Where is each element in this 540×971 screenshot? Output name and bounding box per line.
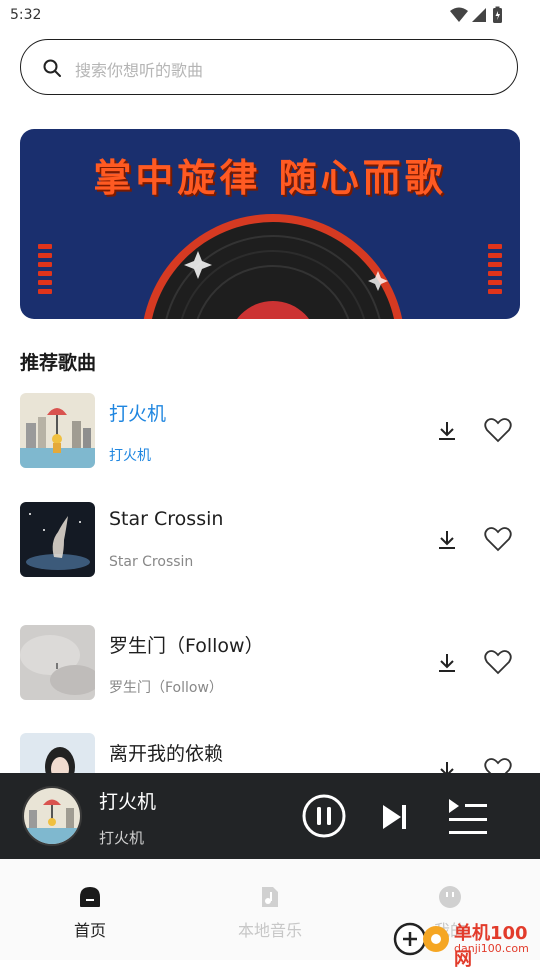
tab-local-music[interactable]: 本地音乐 xyxy=(210,885,330,941)
status-bar: 5:32 xyxy=(0,0,540,32)
playlist-button[interactable] xyxy=(447,798,489,836)
search-icon xyxy=(43,59,61,77)
banner-decoration-left xyxy=(38,244,52,298)
song-artist: 打火机 xyxy=(109,448,151,464)
watermark-logo-icon xyxy=(393,922,449,956)
player-artist: 打火机 xyxy=(99,829,145,847)
song-cover xyxy=(20,502,95,577)
next-track-button[interactable] xyxy=(381,803,409,831)
tab-label: 首页 xyxy=(73,921,106,940)
home-icon xyxy=(80,887,100,907)
player-title: 打火机 xyxy=(99,791,157,813)
song-cover xyxy=(20,393,95,468)
song-name: 打火机 xyxy=(109,403,167,425)
download-icon[interactable] xyxy=(436,651,458,673)
heart-icon[interactable] xyxy=(484,526,512,552)
song-artist: 罗生门（Follow） xyxy=(109,680,223,696)
promo-banner[interactable]: 掌中旋律 随心而歌 xyxy=(20,129,520,319)
pause-button[interactable] xyxy=(301,793,347,839)
player-cover[interactable] xyxy=(22,786,82,846)
song-name: Star Crossin xyxy=(109,508,224,530)
song-item[interactable]: 罗生门（Follow） 罗生门（Follow） xyxy=(0,625,540,705)
song-item[interactable]: Star Crossin Star Crossin xyxy=(0,502,540,582)
heart-icon[interactable] xyxy=(484,649,512,675)
mini-player[interactable]: 打火机 打火机 xyxy=(0,773,540,859)
song-name: 罗生门（Follow） xyxy=(109,635,264,657)
search-bar[interactable]: 搜索你想听的歌曲 xyxy=(20,39,518,95)
local-music-icon xyxy=(262,887,278,907)
banner-title: 掌中旋律 随心而歌 xyxy=(93,156,447,200)
vinyl-record-image xyxy=(143,214,403,319)
signal-icon xyxy=(472,8,486,22)
banner-decoration-right xyxy=(488,244,502,298)
song-cover xyxy=(20,625,95,700)
download-icon[interactable] xyxy=(436,419,458,441)
song-name: 离开我的依赖 xyxy=(109,743,224,765)
status-icons xyxy=(450,6,502,23)
profile-icon xyxy=(439,886,461,908)
tab-label: 本地音乐 xyxy=(237,921,302,940)
search-input[interactable]: 搜索你想听的歌曲 xyxy=(75,57,203,81)
status-time: 5:32 xyxy=(10,7,42,23)
watermark-url: danji100.com xyxy=(454,942,529,955)
wifi-icon xyxy=(450,7,468,22)
site-watermark: 单机100网 danji100.com xyxy=(390,915,540,970)
tab-home[interactable]: 首页 xyxy=(30,885,150,941)
recommend-section-title: 推荐歌曲 xyxy=(20,352,97,374)
song-item[interactable]: 打火机 打火机 xyxy=(0,393,540,473)
heart-icon[interactable] xyxy=(484,417,512,443)
download-icon[interactable] xyxy=(436,528,458,550)
song-artist: Star Crossin xyxy=(109,554,194,570)
